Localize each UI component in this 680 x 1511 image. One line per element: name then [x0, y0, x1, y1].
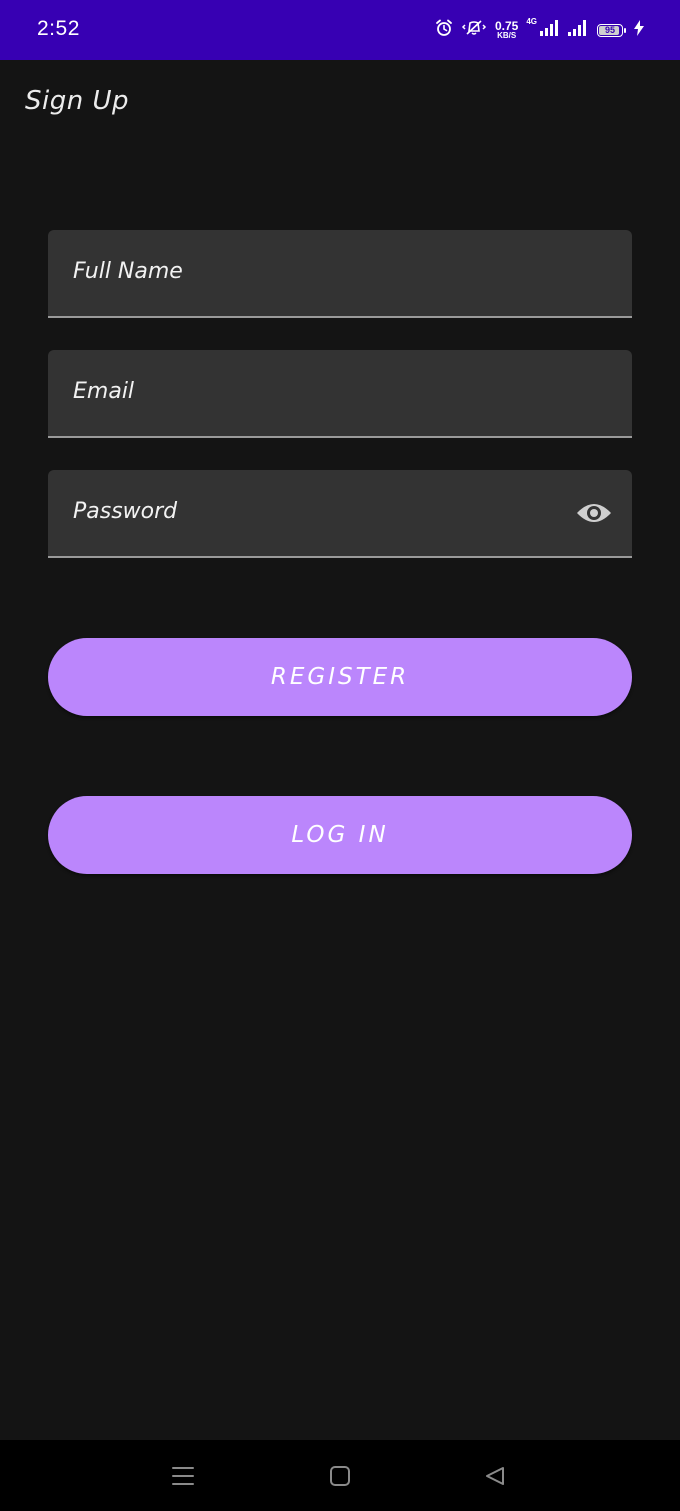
alarm-icon: [435, 19, 453, 41]
menu-icon[interactable]: [169, 1462, 197, 1490]
page-title: Sign Up: [25, 86, 130, 116]
email-label: Email: [73, 379, 135, 404]
net-speed: 0.75 KB/S: [495, 20, 518, 40]
vibrate-icon: [461, 19, 487, 41]
home-icon[interactable]: [326, 1462, 354, 1490]
battery-level: 95: [604, 25, 615, 35]
status-time: 2:52: [37, 17, 80, 40]
email-field[interactable]: Email: [48, 350, 632, 438]
back-icon[interactable]: [481, 1462, 509, 1490]
full-name-field[interactable]: Full Name: [48, 230, 632, 318]
network-type: 4G: [526, 17, 537, 26]
full-name-label: Full Name: [73, 259, 183, 284]
password-label: Password: [73, 499, 178, 524]
eye-icon[interactable]: [576, 498, 612, 528]
password-field[interactable]: Password: [48, 470, 632, 558]
net-speed-unit: KB/S: [497, 31, 517, 40]
charging-icon: [634, 20, 644, 40]
signal-icon: [539, 20, 559, 40]
status-icons: 0.75 KB/S 4G 95: [435, 17, 644, 43]
sign-up-screen: 2:52 0.75 KB/S 4G 95 Sign Up Full Name E…: [0, 0, 680, 1511]
signal-icon: [567, 20, 589, 40]
battery-cap: [624, 27, 626, 33]
register-button[interactable]: REGISTER: [48, 638, 632, 716]
login-button[interactable]: LOG IN: [48, 796, 632, 874]
status-bar: 2:52 0.75 KB/S 4G 95: [0, 0, 680, 60]
navigation-bar: [0, 1440, 680, 1511]
battery-icon: 95: [597, 23, 623, 37]
